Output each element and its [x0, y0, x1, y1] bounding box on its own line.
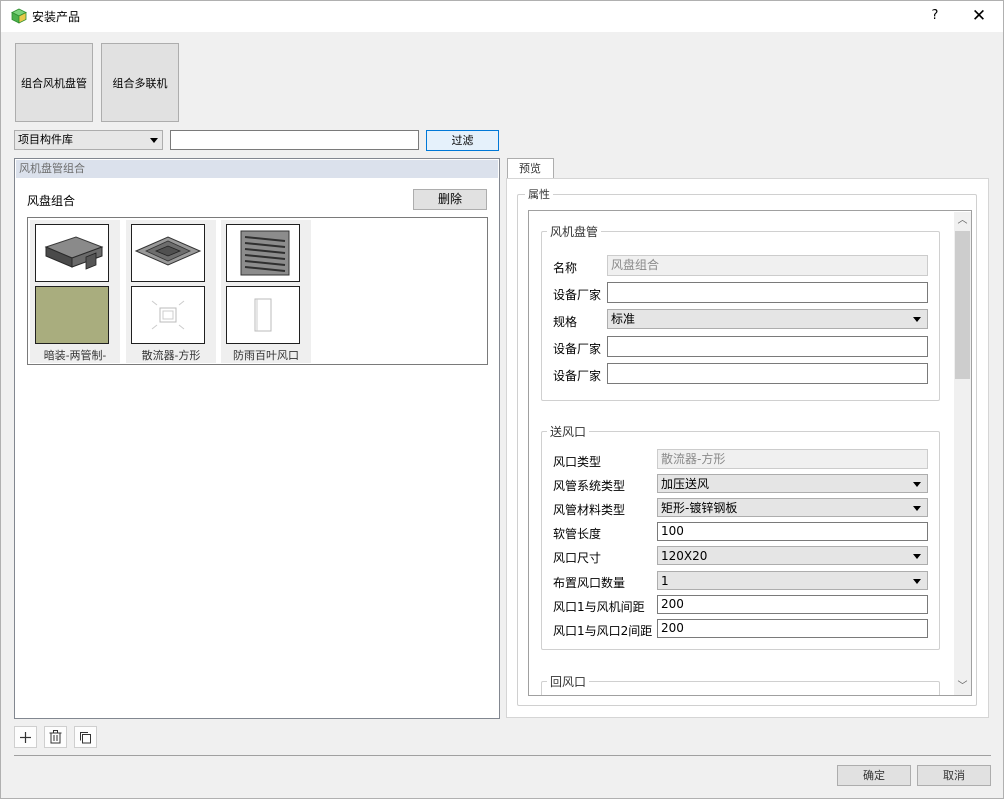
- chevron-down-icon: [150, 138, 158, 143]
- gallery-item-louver[interactable]: 防雨百叶风口: [221, 220, 311, 363]
- component-list-panel: 风机盘管组合 风盘组合 删除 暗装-两管制- 散流器-方形 防雨百叶风口: [14, 158, 500, 719]
- install-product-dialog: 安装产品 ? ✕ 组合风机盘管 组合多联机 项目构件库 过滤 风机盘管组合 风盘…: [0, 0, 1004, 799]
- gallery-caption: 散流器-方形: [141, 349, 201, 362]
- gap-outlet-field[interactable]: 200: [657, 619, 928, 638]
- outlet-count-value: 1: [661, 574, 669, 588]
- system-type-value: 加压送风: [661, 477, 710, 491]
- trash-icon: [49, 730, 62, 744]
- chevron-down-icon: [913, 482, 921, 487]
- gallery-caption: 暗装-两管制-: [43, 349, 107, 362]
- outlet-size-select[interactable]: 120X20: [657, 546, 928, 565]
- chevron-down-icon: [913, 554, 921, 559]
- scroll-up-icon[interactable]: ︿: [954, 212, 971, 229]
- filter-search-input[interactable]: [170, 130, 419, 150]
- name-label: 名称: [553, 261, 578, 275]
- outlet-count-select[interactable]: 1: [657, 571, 928, 590]
- vertical-scrollbar[interactable]: ︿ ﹀: [954, 212, 971, 695]
- window-title: 安装产品: [32, 10, 81, 24]
- fan-coil-unit-icon: [35, 224, 109, 282]
- help-button[interactable]: ?: [923, 5, 947, 27]
- return-outlet-legend: 回风口: [547, 673, 590, 690]
- group-name-label: 风盘组合: [27, 194, 76, 208]
- louver-grille-icon: [226, 224, 300, 282]
- tab-preview[interactable]: 预览: [507, 158, 554, 179]
- chevron-down-icon: [913, 317, 921, 322]
- manufacturer-field[interactable]: [607, 363, 928, 384]
- name-field: 风盘组合: [607, 255, 928, 276]
- return-outlet-group: [541, 681, 940, 695]
- gap-fan-label: 风口1与风机间距: [553, 600, 645, 614]
- library-select-value: 项目构件库: [18, 133, 73, 146]
- outlet-type-field: 散流器-方形: [657, 449, 928, 469]
- manufacturer-field[interactable]: [607, 336, 928, 357]
- gallery-caption: 防雨百叶风口: [233, 349, 299, 362]
- cube-icon: [11, 8, 27, 24]
- library-select[interactable]: 项目构件库: [14, 130, 163, 150]
- manufacturer-label: 设备厂家: [553, 342, 602, 356]
- copy-icon: [80, 731, 91, 743]
- scrollbar-thumb[interactable]: [955, 231, 970, 379]
- square-diffuser-icon: [131, 224, 205, 282]
- close-button[interactable]: ✕: [963, 5, 995, 27]
- component-gallery: 暗装-两管制- 散流器-方形 防雨百叶风口: [27, 217, 488, 365]
- material-select[interactable]: 矩形-镀锌钢板: [657, 498, 928, 517]
- louver-outline-icon: [226, 286, 300, 344]
- outlet-count-label: 布置风口数量: [553, 576, 626, 590]
- material-value: 矩形-镀锌钢板: [661, 501, 738, 515]
- scroll-down-icon[interactable]: ﹀: [954, 678, 971, 695]
- gallery-item-fan-coil[interactable]: 暗装-两管制-: [30, 220, 120, 363]
- ok-button[interactable]: 确定: [837, 765, 911, 786]
- chevron-down-icon: [913, 579, 921, 584]
- remove-button[interactable]: [44, 726, 67, 748]
- combine-fan-coil-button[interactable]: 组合风机盘管: [15, 43, 93, 122]
- outlet-size-label: 风口尺寸: [553, 551, 602, 565]
- supply-outlet-legend: 送风口: [547, 423, 590, 440]
- material-label: 风管材料类型: [553, 503, 626, 517]
- title-bar: 安装产品 ? ✕: [1, 1, 1003, 32]
- hose-length-field[interactable]: 100: [657, 522, 928, 541]
- outlet-type-label: 风口类型: [553, 455, 602, 469]
- spec-label: 规格: [553, 315, 578, 329]
- spec-select-value: 标准: [611, 312, 636, 326]
- panel-header: 风机盘管组合: [16, 160, 498, 178]
- properties-scroll-area[interactable]: 风机盘管 名称 风盘组合 设备厂家 规格 标准 设备厂家 设备厂家 送风口 风口…: [528, 210, 972, 696]
- fan-coil-legend: 风机盘管: [547, 223, 602, 240]
- manufacturer-label: 设备厂家: [553, 288, 602, 302]
- plus-icon: [20, 731, 31, 743]
- system-type-label: 风管系统类型: [553, 479, 626, 493]
- hose-length-label: 软管长度: [553, 527, 602, 541]
- delete-button[interactable]: 删除: [413, 189, 487, 210]
- combine-vrf-button[interactable]: 组合多联机: [101, 43, 179, 122]
- system-type-select[interactable]: 加压送风: [657, 474, 928, 493]
- gap-outlet-label: 风口1与风口2间距: [553, 624, 653, 638]
- gallery-item-diffuser[interactable]: 散流器-方形: [126, 220, 216, 363]
- gap-fan-field[interactable]: 200: [657, 595, 928, 614]
- manufacturer-label: 设备厂家: [553, 369, 602, 383]
- chevron-down-icon: [913, 506, 921, 511]
- diffuser-plan-icon: [131, 286, 205, 344]
- add-button[interactable]: [14, 726, 37, 748]
- filter-button[interactable]: 过滤: [426, 130, 499, 151]
- outlet-size-value: 120X20: [661, 549, 708, 563]
- manufacturer-field[interactable]: [607, 282, 928, 303]
- spec-select[interactable]: 标准: [607, 309, 928, 329]
- preview-panel: 属性 风机盘管 名称 风盘组合 设备厂家 规格 标准 设备厂家 设备厂家 送风口…: [506, 178, 989, 718]
- duplicate-button[interactable]: [74, 726, 97, 748]
- properties-legend: 属性: [525, 186, 553, 202]
- footer-divider: [14, 755, 991, 756]
- olive-swatch-icon: [35, 286, 109, 344]
- cancel-button[interactable]: 取消: [917, 765, 991, 786]
